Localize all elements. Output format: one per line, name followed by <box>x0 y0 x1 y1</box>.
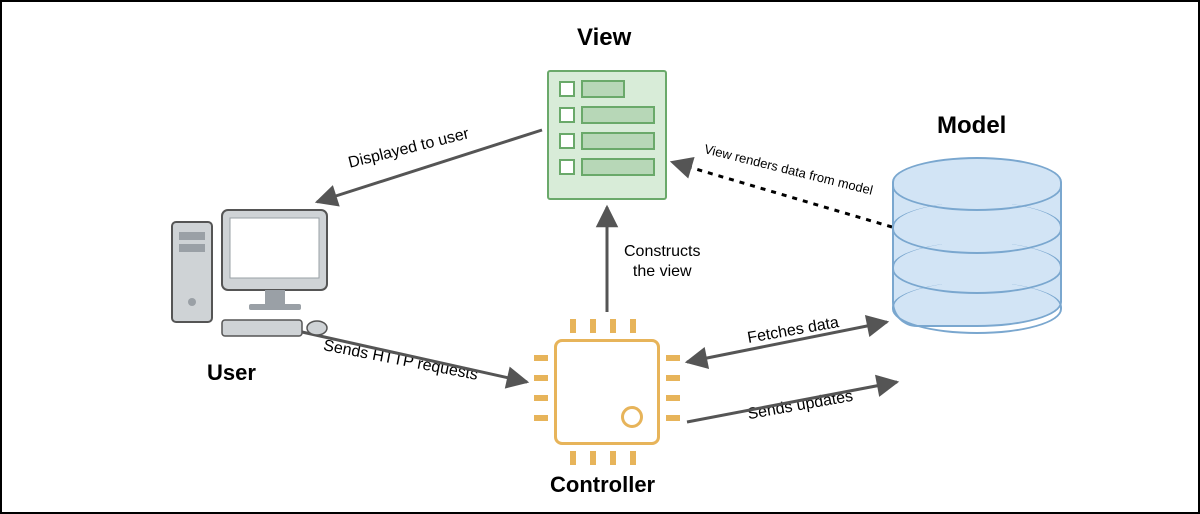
view-row <box>559 158 655 176</box>
view-icon <box>547 70 667 200</box>
view-row <box>559 132 655 150</box>
computer-icon <box>167 202 337 352</box>
view-row <box>559 106 655 124</box>
database-icon <box>892 157 1062 327</box>
view-row <box>559 80 655 98</box>
cpu-chip-icon <box>532 317 682 467</box>
diagram-frame: View Model Controller User Displayed to … <box>0 0 1200 514</box>
